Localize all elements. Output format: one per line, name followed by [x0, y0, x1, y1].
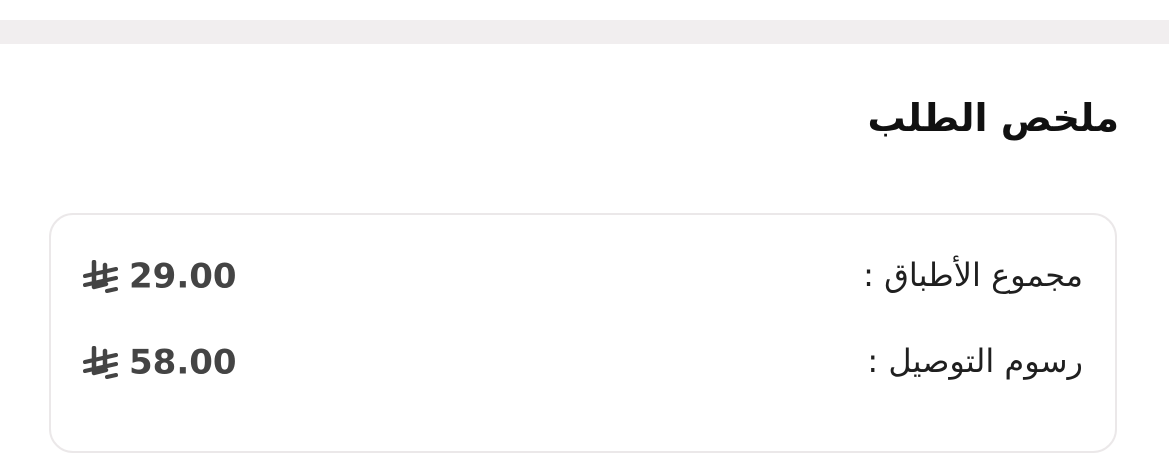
delivery-fee-amount: 58.00 [83, 335, 237, 389]
dishes-total-row: مجموع الأطباق : 29.00 [51, 249, 1115, 301]
section-divider [0, 20, 1169, 44]
delivery-fee-label: رسوم التوصيل : [867, 342, 1083, 380]
saudi-riyal-icon [83, 345, 118, 379]
dishes-total-value: 29.00 [129, 256, 237, 297]
top-space [0, 0, 1169, 20]
saudi-riyal-icon [83, 259, 118, 293]
delivery-fee-row: رسوم التوصيل : 58.00 [51, 335, 1115, 387]
dishes-total-label: مجموع الأطباق : [863, 256, 1083, 294]
dishes-total-amount: 29.00 [83, 249, 237, 303]
order-summary-title: ملخص الطلب [867, 96, 1119, 140]
delivery-fee-value: 58.00 [129, 342, 237, 383]
order-summary-card: مجموع الأطباق : 29.00 رسوم التوصيل : 58.… [49, 213, 1117, 453]
